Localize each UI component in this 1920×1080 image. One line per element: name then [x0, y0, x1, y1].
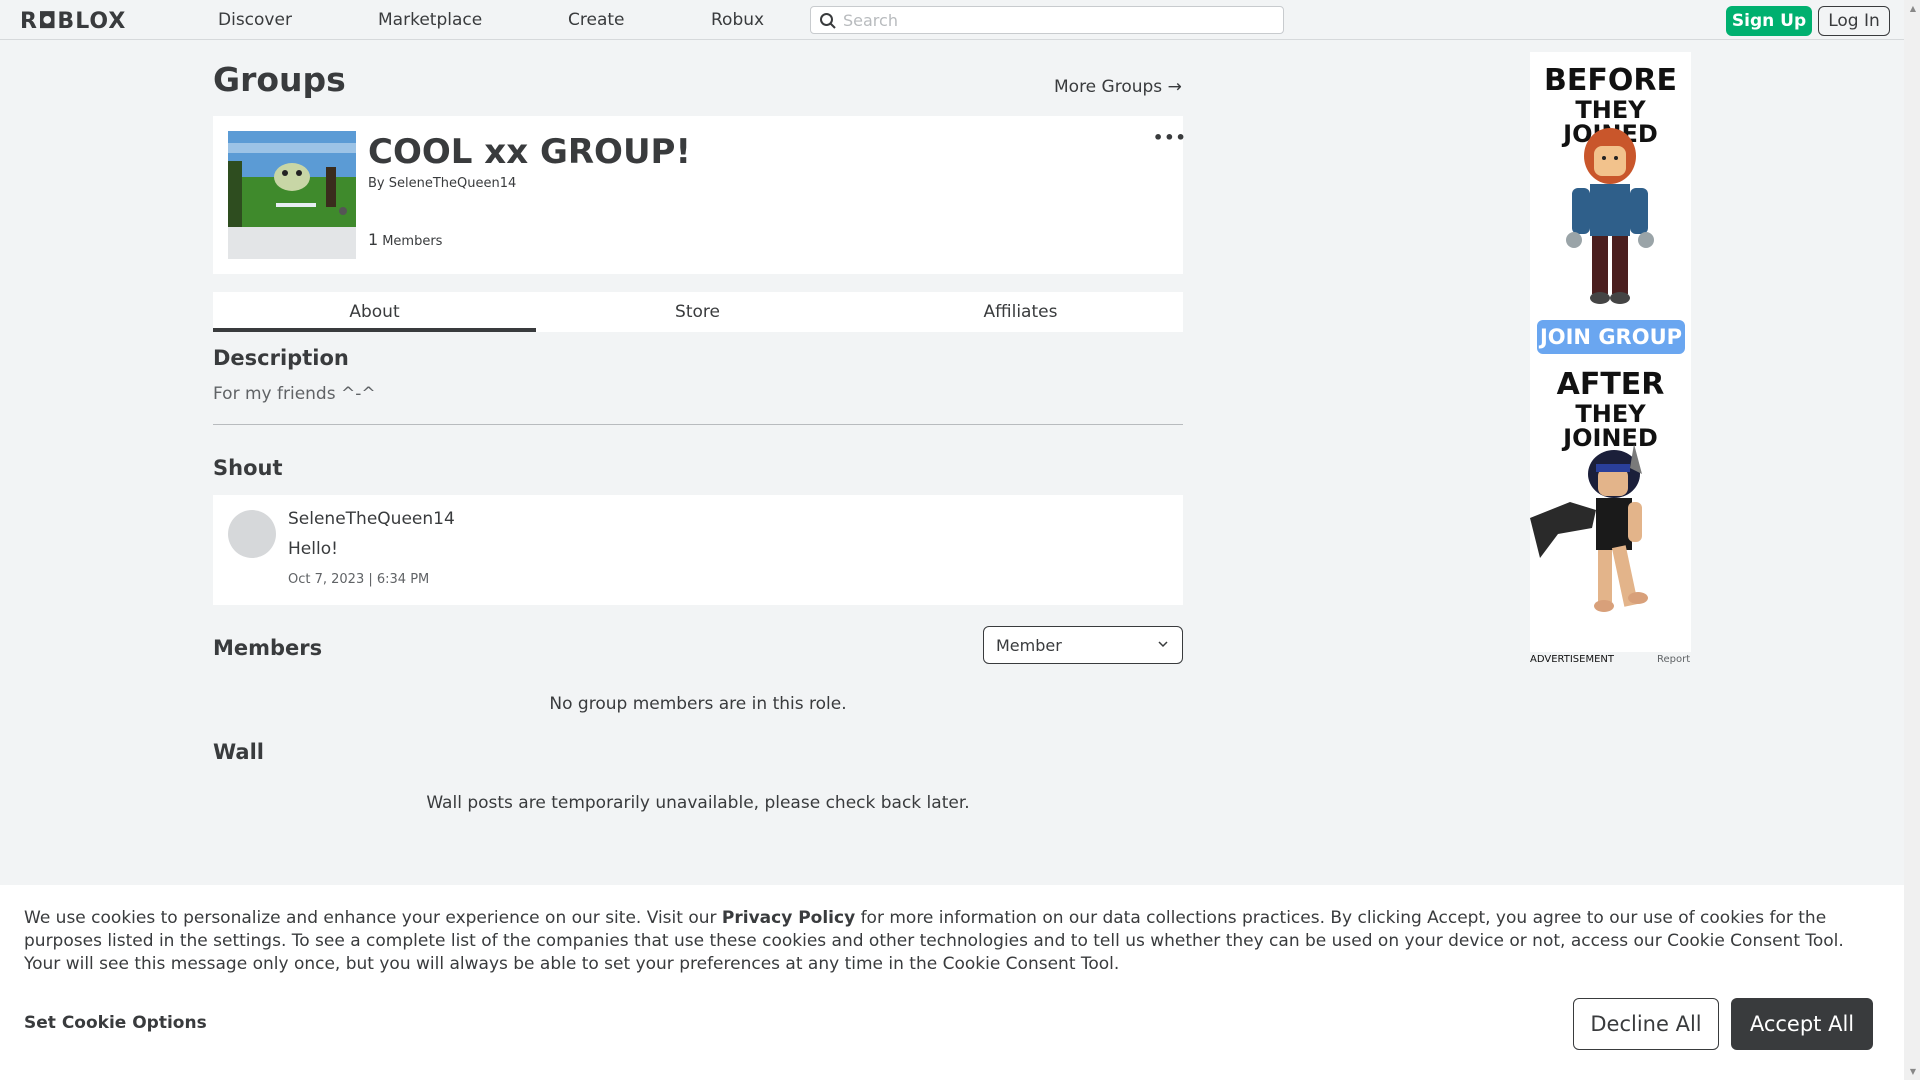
wall-empty-message: Wall posts are temporarily unavailable, … — [426, 793, 970, 813]
sign-up-button[interactable]: Sign Up — [1726, 6, 1812, 36]
accept-all-button[interactable]: Accept All — [1731, 998, 1873, 1050]
member-count-label: Members — [382, 234, 443, 249]
members-heading: Members — [213, 636, 323, 660]
role-dropdown-value: Member — [996, 636, 1062, 655]
nav-discover[interactable]: Discover — [218, 10, 292, 30]
wall-heading: Wall — [213, 740, 264, 764]
group-tabs: About Store Affiliates — [213, 292, 1183, 332]
description-heading: Description — [213, 346, 349, 370]
shout-username[interactable]: SeleneTheQueen14 — [288, 509, 455, 529]
description-text: For my friends ^-^ — [213, 384, 376, 404]
shout-message: Hello! — [288, 539, 338, 559]
more-options-icon[interactable]: ••• — [1153, 128, 1187, 147]
chevron-down-icon — [1158, 641, 1168, 648]
group-emblem — [228, 131, 356, 259]
avatar[interactable] — [228, 510, 276, 558]
log-in-button[interactable]: Log In — [1818, 6, 1890, 36]
advertisement-banner[interactable]: BEFORE THEY JOINED JOIN GROUP AFTER THEY… — [1530, 52, 1691, 652]
group-name: COOL xx GROUP! — [368, 132, 691, 172]
cookie-consent-banner: We use cookies to personalize and enhanc… — [0, 885, 1904, 1080]
search-box[interactable] — [810, 6, 1284, 34]
member-count-number: 1 — [368, 230, 379, 249]
search-icon — [820, 13, 836, 29]
tab-affiliates[interactable]: Affiliates — [859, 292, 1182, 332]
page-scrollbar[interactable]: ▲ ▼ — [1904, 0, 1920, 1080]
members-empty-message: No group members are in this role. — [549, 694, 847, 714]
decline-all-button[interactable]: Decline All — [1573, 998, 1719, 1050]
nav-create[interactable]: Create — [568, 10, 625, 30]
group-owner-prefix: By — [368, 176, 385, 191]
group-member-count: 1 Members — [368, 230, 442, 249]
section-divider — [213, 424, 1183, 425]
set-cookie-options-link[interactable]: Set Cookie Options — [24, 1013, 207, 1033]
group-owner-line: By SeleneTheQueen14 — [368, 176, 516, 191]
group-header-card: COOL xx GROUP! By SeleneTheQueen14 1 Memb… — [213, 116, 1186, 274]
ad-avatar-after-image — [1530, 444, 1648, 612]
scroll-down-icon[interactable]: ▼ — [1910, 1067, 1916, 1076]
nav-robux[interactable]: Robux — [711, 10, 764, 30]
privacy-policy-link[interactable]: Privacy Policy — [722, 908, 855, 928]
cookie-message: We use cookies to personalize and enhanc… — [24, 907, 1884, 976]
page-title: Groups — [213, 60, 346, 99]
cookie-text-before: We use cookies to personalize and enhanc… — [24, 908, 722, 928]
group-owner-link[interactable]: SeleneTheQueen14 — [389, 176, 517, 191]
role-dropdown[interactable]: Member — [983, 626, 1183, 664]
advertisement-label: ADVERTISEMENT — [1530, 654, 1615, 665]
ad-report-link[interactable]: Report — [1657, 654, 1690, 665]
tab-about[interactable]: About — [213, 292, 536, 332]
ad-join-group-label: JOIN GROUP — [1537, 320, 1685, 354]
roblox-logo[interactable]: R◘BLOX — [20, 9, 126, 34]
nav-marketplace[interactable]: Marketplace — [378, 10, 482, 30]
ad-after-line1: AFTER — [1556, 367, 1665, 402]
ad-before-line1: BEFORE — [1544, 63, 1677, 98]
scroll-up-icon[interactable]: ▲ — [1910, 4, 1916, 13]
shout-heading: Shout — [213, 456, 283, 480]
more-groups-link[interactable]: More Groups → — [1054, 77, 1182, 97]
tab-store[interactable]: Store — [536, 292, 859, 332]
search-input[interactable] — [843, 10, 1273, 30]
shout-timestamp: Oct 7, 2023 | 6:34 PM — [288, 572, 430, 587]
top-navigation-bar: R◘BLOX Discover Marketplace Create Robux… — [0, 0, 1920, 40]
ad-avatar-before-image — [1566, 128, 1654, 304]
group-emblem-image — [228, 131, 356, 227]
shout-card: SeleneTheQueen14 Hello! Oct 7, 2023 | 6:… — [213, 495, 1183, 605]
